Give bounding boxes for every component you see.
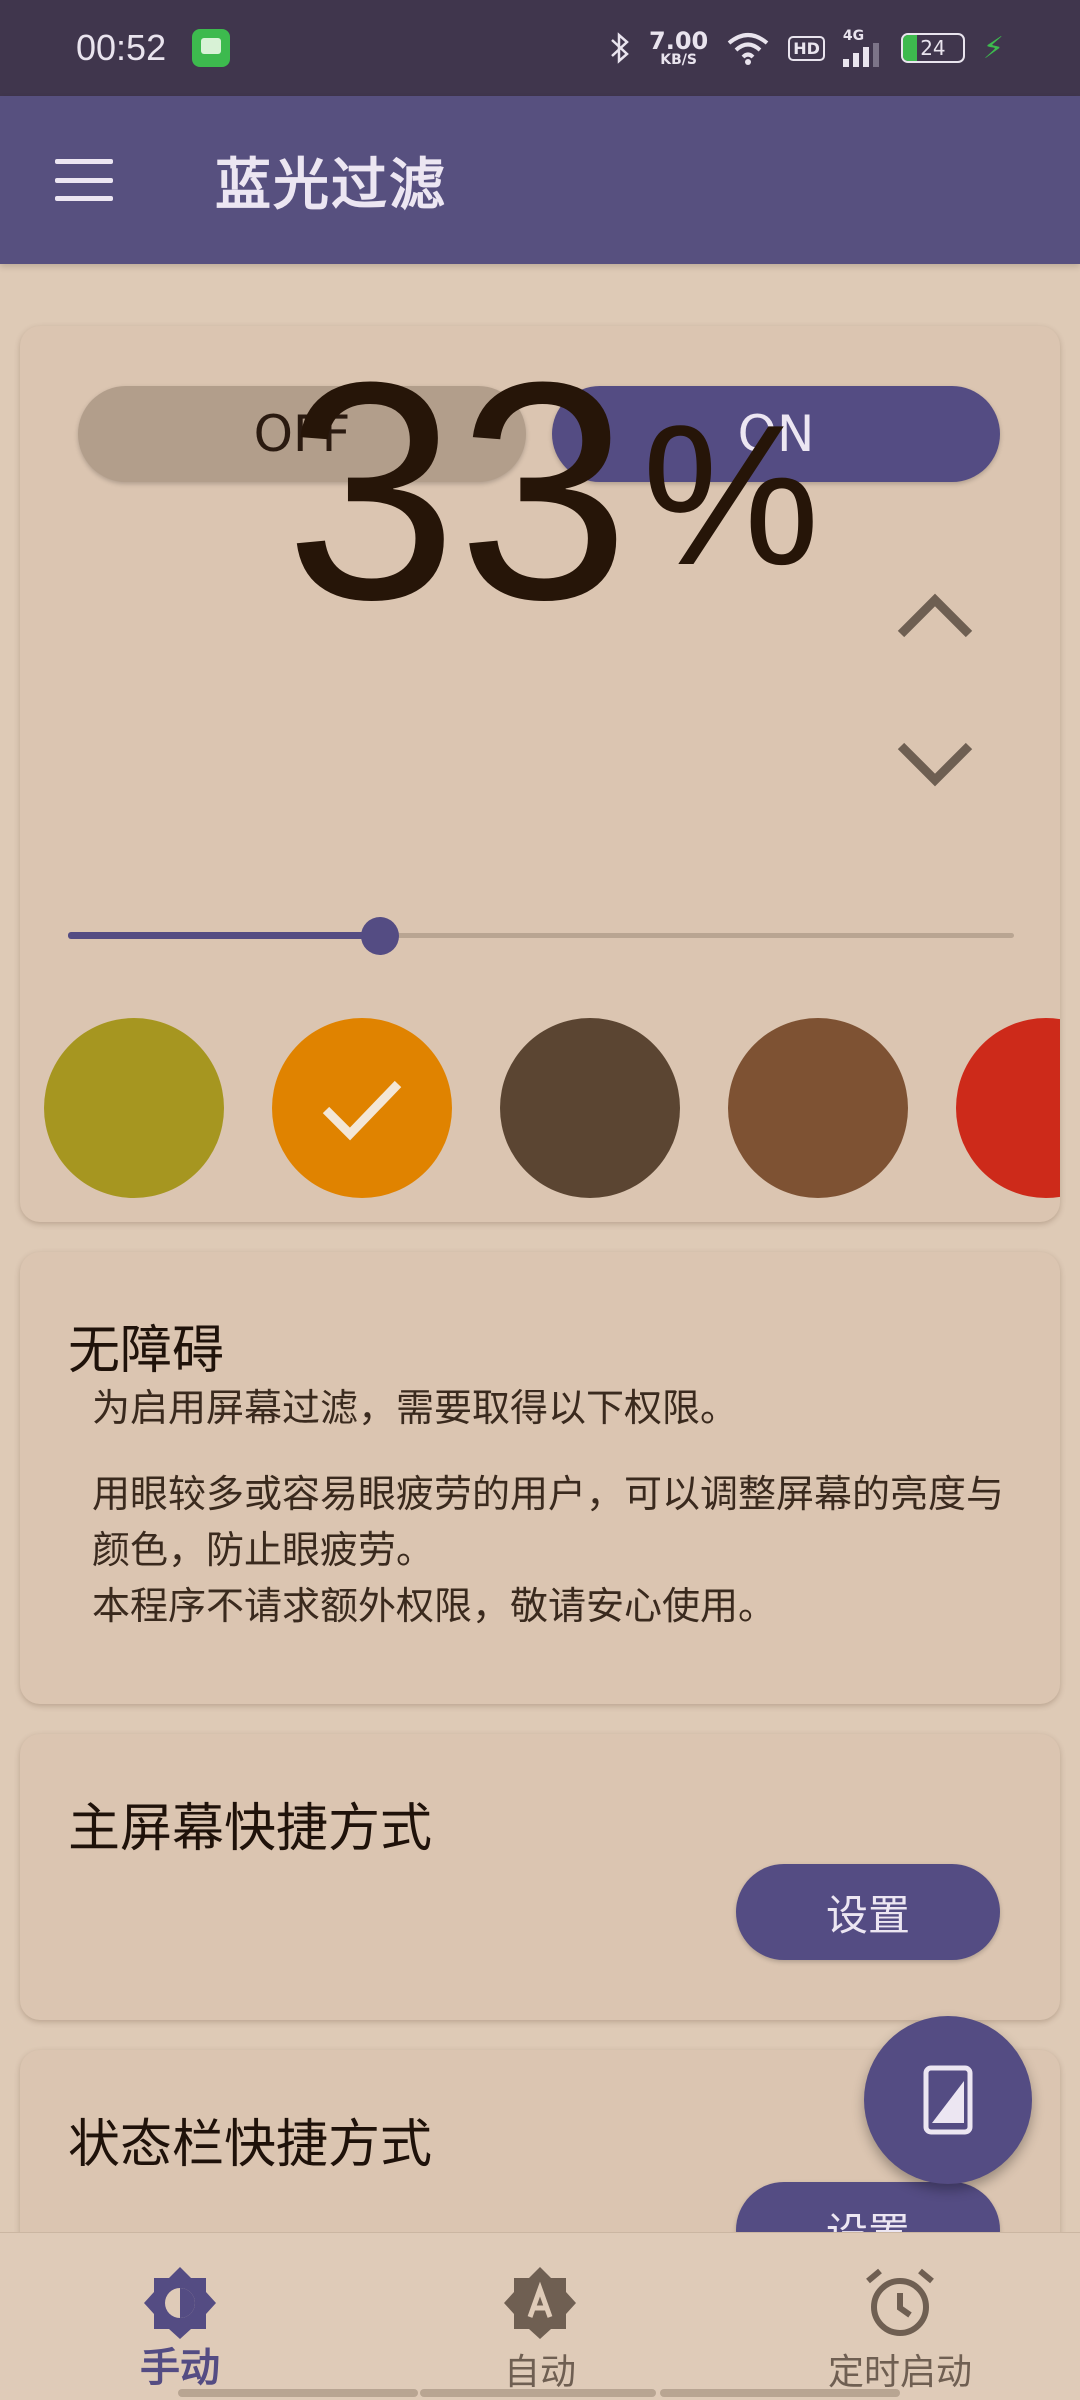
- color-swatch[interactable]: [728, 1018, 908, 1198]
- nav-item-schedule[interactable]: 定时启动: [720, 2233, 1080, 2400]
- charging-icon: ⚡: [982, 30, 1004, 66]
- accessibility-text-notice: 本程序不请求额外权限，敬请安心使用。: [92, 1584, 777, 1628]
- percent-value: 33: [285, 326, 630, 664]
- filter-card: OFF ON 33 %: [20, 326, 1060, 1222]
- color-swatch[interactable]: [500, 1018, 680, 1198]
- bottom-nav: 手动 自动 定时启动: [0, 2232, 1080, 2400]
- bluetooth-icon: [611, 32, 629, 64]
- hd-badge: HD: [788, 35, 825, 61]
- wifi-icon: [727, 33, 769, 65]
- accessibility-title: 无障碍: [68, 1321, 225, 1381]
- slider-active-track: [68, 932, 381, 939]
- chevron-down-icon[interactable]: [895, 732, 975, 792]
- nav-item-auto[interactable]: 自动: [360, 2233, 720, 2400]
- brightness-icon: [144, 2267, 216, 2339]
- home-shortcut-set-button[interactable]: 设置: [736, 1864, 1000, 1960]
- alarm-clock-icon: [866, 2268, 934, 2336]
- color-swatch[interactable]: [956, 1018, 1060, 1198]
- auto-brightness-icon: [504, 2267, 576, 2339]
- nav-indicator: [420, 2389, 656, 2397]
- status-bar: 00:52 7.00 KB/S HD 4G 24 ⚡: [0, 0, 1080, 96]
- app-bar: 蓝光过滤: [0, 96, 1080, 264]
- intensity-slider[interactable]: [68, 916, 1014, 956]
- color-swatch[interactable]: [272, 1018, 452, 1198]
- chevron-up-icon[interactable]: [895, 588, 975, 648]
- screen-filter-fab[interactable]: [864, 2016, 1032, 2184]
- percent-sign: %: [642, 384, 820, 607]
- nav-indicator: [660, 2389, 900, 2397]
- signal-icon: 4G: [842, 29, 883, 67]
- nav-item-manual[interactable]: 手动: [0, 2233, 360, 2400]
- status-icons: 7.00 KB/S HD 4G 24 ⚡: [609, 29, 1004, 67]
- menu-icon[interactable]: [55, 159, 113, 201]
- color-swatch[interactable]: [44, 1018, 224, 1198]
- accessibility-card: 无障碍 为启用屏幕过滤，需要取得以下权限。 用眼较多或容易眼疲劳的用户，可以调整…: [20, 1252, 1060, 1704]
- statusbar-shortcut-title: 状态栏快捷方式: [68, 2115, 433, 2175]
- home-shortcut-card: 主屏幕快捷方式 设置: [20, 1734, 1060, 2020]
- accessibility-text-description: 用眼较多或容易眼疲劳的用户，可以调整屏幕的亮度与颜色，防止眼疲劳。: [92, 1472, 1005, 1572]
- slider-thumb[interactable]: [361, 917, 400, 955]
- home-shortcut-title: 主屏幕快捷方式: [68, 1799, 433, 1859]
- accessibility-text-permission: 为启用屏幕过滤，需要取得以下权限。: [92, 1386, 739, 1430]
- net-speed: 7.00 KB/S: [649, 27, 709, 68]
- nav-indicator: [178, 2389, 418, 2397]
- phone-screen-icon: [923, 2065, 973, 2135]
- battery-icon: 24: [900, 33, 965, 63]
- status-time: 00:52: [76, 27, 167, 68]
- page-title: 蓝光过滤: [215, 152, 447, 218]
- message-app-icon: [192, 29, 231, 67]
- check-icon: [322, 1080, 402, 1141]
